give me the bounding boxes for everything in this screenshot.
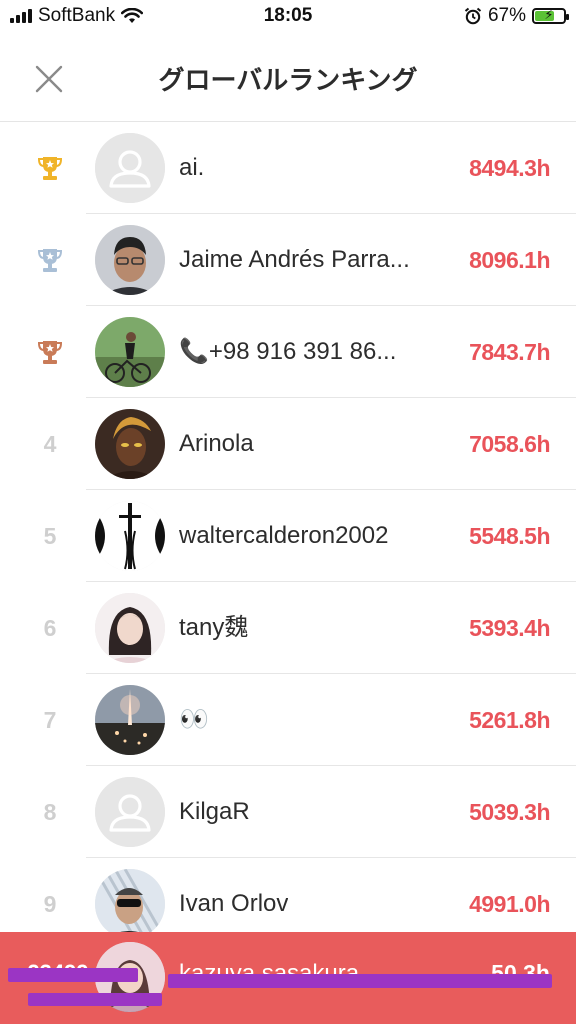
ranking-row[interactable]: 6 tany魏 5393.4h	[0, 582, 576, 674]
study-hours: 5548.5h	[469, 523, 550, 549]
default-user-icon	[95, 133, 165, 203]
ranking-row[interactable]: Jaime Andrés Parra... 8096.1h	[0, 214, 576, 306]
study-hours: 7058.6h	[469, 431, 550, 457]
user-name: ai.	[179, 154, 205, 181]
rank-number: 4	[43, 430, 57, 457]
avatar[interactable]	[95, 133, 165, 203]
trophy-silver-icon	[20, 214, 80, 306]
study-hours: 5261.8h	[469, 707, 550, 733]
study-hours: 8494.3h	[469, 155, 550, 181]
avatar[interactable]	[95, 685, 165, 755]
avatar[interactable]	[95, 777, 165, 847]
study-hours: 7843.7h	[469, 339, 550, 365]
redaction-mark	[28, 993, 162, 1006]
battery-percent: 67%	[487, 5, 526, 26]
trophy-bronze-icon	[20, 306, 80, 398]
user-name: Arinola	[179, 430, 254, 457]
ranking-row[interactable]: ai. 8494.3h	[0, 122, 576, 214]
avatar[interactable]	[95, 225, 165, 295]
ranking-row[interactable]: 📞+98 916 391 86... 7843.7h	[0, 306, 576, 398]
study-hours: 5039.3h	[469, 799, 550, 825]
ranking-row[interactable]: 7 👀 5261.8h	[0, 674, 576, 766]
rank-number: 7	[43, 706, 57, 733]
user-name: 👀	[179, 706, 209, 733]
battery-icon: ⚡	[532, 7, 569, 24]
header: グローバルランキング	[0, 34, 576, 122]
rank-number: 5	[43, 522, 57, 549]
avatar[interactable]	[95, 317, 165, 387]
study-hours: 8096.1h	[469, 247, 550, 273]
redaction-mark	[8, 968, 138, 982]
avatar[interactable]	[95, 593, 165, 663]
status-right: 67% ⚡	[464, 5, 569, 27]
page-title: グローバルランキング	[158, 65, 418, 95]
trophy-gold-icon	[20, 122, 80, 214]
rank-number: 6	[43, 614, 57, 641]
ranking-row[interactable]: 5 waltercalderon2002 5548.5h	[0, 490, 576, 582]
redaction-mark	[168, 974, 552, 988]
ranking-list[interactable]: ai. 8494.3h Jaime Andrés Parra... 8096.1h 📞+…	[0, 122, 576, 950]
user-name: 📞+98 916 391 86...	[179, 338, 397, 365]
alarm-icon	[464, 7, 482, 25]
status-bar: SoftBank 18:05 67% ⚡	[0, 0, 576, 34]
study-hours: 5393.4h	[469, 615, 550, 641]
avatar[interactable]	[95, 409, 165, 479]
user-name: waltercalderon2002	[179, 522, 389, 549]
user-name: tany魏	[179, 614, 249, 641]
avatar[interactable]	[95, 501, 165, 571]
avatar[interactable]	[95, 869, 165, 939]
my-ranking-bar[interactable]: 23499 kazuya sasakura 50.3h	[0, 932, 576, 1024]
ranking-row[interactable]: 8 KilgaR 5039.3h	[0, 766, 576, 858]
default-user-icon	[95, 777, 165, 847]
user-name: KilgaR	[179, 798, 250, 825]
user-name: Jaime Andrés Parra...	[179, 246, 410, 273]
charging-bolt-icon: ⚡	[544, 7, 554, 22]
ranking-row[interactable]: 4 Arinola 7058.6h	[0, 398, 576, 490]
rank-number: 8	[43, 798, 57, 825]
